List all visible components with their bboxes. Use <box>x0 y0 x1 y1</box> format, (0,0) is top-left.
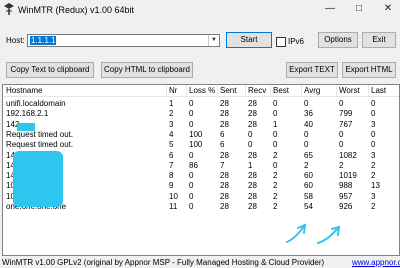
status-text: WinMTR v1.00 GPLv2 (original by Appnor M… <box>2 258 325 267</box>
status-bar: WinMTR v1.00 GPLv2 (original by Appnor M… <box>0 256 400 268</box>
appnor-link[interactable]: www.appnor.com <box>352 258 400 267</box>
annotation-arrow <box>317 227 339 244</box>
annotation-arrow <box>286 225 305 243</box>
annotation-arrows <box>286 223 341 244</box>
